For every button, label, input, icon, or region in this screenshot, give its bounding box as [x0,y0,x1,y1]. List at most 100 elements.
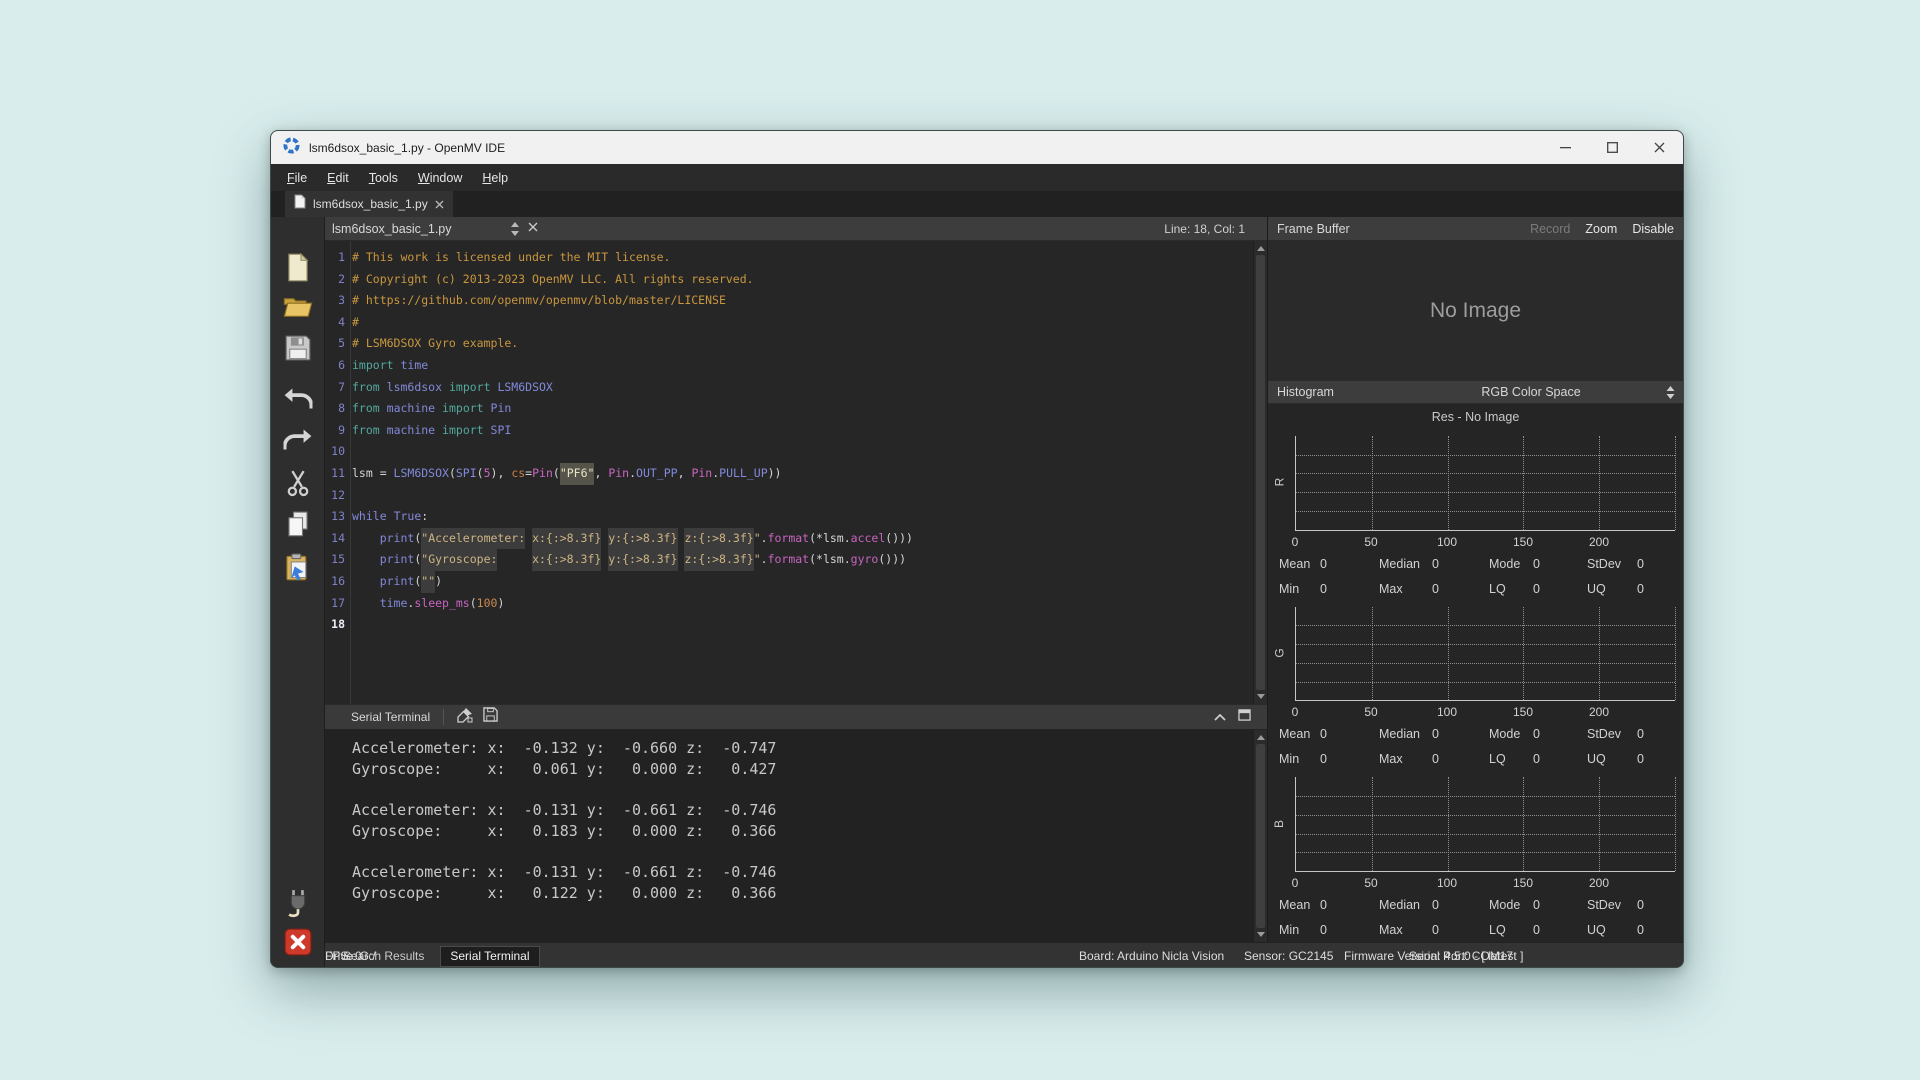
histogram-red: R 0 50 100 150 200 Mean 0 Median 0 Mode 0 StDev 0 Mi… [1268,430,1683,601]
content: lsm6dsox_basic_1.py Line: 18, Col: 1 1 # … [271,217,1683,967]
menu-help[interactable]: Help [472,171,518,185]
terminal-line: Accelerometer: x: -0.132 y: -0.660 z: -0… [352,739,777,757]
axis-tick-label: 150 [1512,705,1534,720]
line-number: 13 [331,509,345,524]
editor-scrollbar[interactable] [1253,241,1267,704]
stat-median: Median 0 [1379,727,1439,742]
code-line: 11 lsm = LSM6DSOX(SPI(5), cs = Pin("PF6", P… [325,462,1253,485]
line-number: 10 [331,444,345,459]
disable-button[interactable]: Disable [1632,222,1674,236]
stat-stdev: StDev 0 [1587,556,1644,571]
stat-max: Max 0 [1379,581,1439,596]
code-line: 12 [325,485,1253,507]
axis-tick-label: 150 [1512,876,1534,891]
cut-button[interactable] [285,470,310,497]
window-title: lsm6dsox_basic_1.py - OpenMV IDE [309,140,506,155]
stat-min: Min 0 [1279,581,1327,596]
scroll-up-icon[interactable] [1256,246,1265,251]
histogram-area: R 0 50 100 150 200 Mean 0 Median 0 Mode 0 StDev 0 Mi… [1268,430,1683,942]
code-line: 8 from machine import Pin [325,398,1253,420]
sensor-status: Sensor: GC2145 [1244,949,1334,963]
frame-buffer-header: Frame Buffer Record Zoom Disable [1268,217,1683,241]
code-line: 3 # https://github.com/openmv/openmv/blob… [325,290,1253,312]
maximize-button[interactable] [1589,131,1636,164]
line-number: 2 [338,271,345,286]
code-line: 10 [325,441,1253,463]
popout-terminal-icon[interactable] [1238,708,1251,726]
copy-icon [287,511,308,537]
line-number: 7 [338,379,345,394]
code-lines: 1 # This work is licensed under the MIT l… [325,241,1253,704]
stat-uq: UQ 0 [1587,752,1644,767]
plug-icon [287,890,305,918]
serial-terminal-tab[interactable]: Serial Terminal [440,945,540,967]
tab-label: lsm6dsox_basic_1.py [313,197,428,211]
x-axis-ticks: 0 50 100 150 200 [1292,531,1675,553]
cut-icon [287,470,308,497]
stat-stdev: StDev 0 [1587,727,1644,742]
scroll-down-icon[interactable] [1256,932,1265,937]
paste-button[interactable] [284,553,311,582]
scroll-up-icon[interactable] [1256,735,1265,740]
stop-icon [284,928,311,956]
resolution-text: Res - No Image [1268,404,1683,430]
menu-tools[interactable]: Tools [359,171,408,185]
menu-edit[interactable]: Edit [317,171,359,185]
editor-column: lsm6dsox_basic_1.py Line: 18, Col: 1 1 # … [325,217,1268,942]
redo-button[interactable] [283,428,312,451]
scroll-down-icon[interactable] [1256,694,1265,699]
stat-min: Min 0 [1279,923,1327,938]
serial-terminal-panel[interactable]: Accelerometer: x: -0.132 y: -0.660 z: -0… [325,730,1267,942]
close-document-icon[interactable] [528,222,538,232]
collapse-terminal-icon[interactable] [1214,708,1226,726]
file-tab[interactable]: lsm6dsox_basic_1.py [285,191,453,217]
terminal-line: Gyroscope: x: 0.183 y: 0.000 z: 0.366 [352,821,777,840]
code-line: 1 # This work is licensed under the MIT l… [325,247,1253,269]
terminal-output: Accelerometer: x: -0.132 y: -0.660 z: -0… [325,730,1253,942]
minimize-button[interactable] [1542,131,1589,164]
menu-file[interactable]: File [277,171,317,185]
scrollbar-thumb[interactable] [1256,255,1265,690]
open-folder-icon [283,298,312,317]
no-image-text: No Image [1429,299,1522,322]
undo-button[interactable] [283,387,312,410]
tab-close-icon[interactable] [435,200,444,209]
code-line: 14 print("Accelerometer: x:{:>8.3f} y:{:… [325,527,1253,550]
close-button[interactable] [1636,131,1683,164]
code-editor[interactable]: 1 # This work is licensed under the MIT l… [325,241,1267,704]
terminal-line: Gyroscope: x: 0.122 y: 0.000 z: 0.366 [352,883,777,902]
copy-button[interactable] [285,511,310,538]
dropdown-arrows-icon[interactable] [1666,386,1675,404]
open-file-button[interactable] [283,293,313,318]
code-line: 4 # [325,312,1253,334]
histogram-green-stats: Mean 0 Median 0 Mode 0 StDev 0 Min 0 Max 0 LQ 0 UQ 0 [1268,723,1683,771]
new-file-button[interactable] [285,253,310,282]
stop-button[interactable] [284,928,312,956]
terminal-scrollbar[interactable] [1253,730,1267,942]
split-editor-icon[interactable] [510,222,520,241]
line-number: 4 [338,314,345,329]
record-button: Record [1530,221,1571,236]
line-number: 15 [331,552,345,567]
openmv-logo-icon [283,136,300,159]
code-line: 16 print("") [325,570,1253,593]
code-line: 7 from lsm6dsox import LSM6DSOX [325,377,1253,399]
histogram-green-chart: G [1273,605,1676,702]
save-terminal-icon[interactable] [483,707,498,727]
stat-median: Median 0 [1379,898,1439,913]
clear-terminal-icon[interactable] [457,707,473,728]
menu-window[interactable]: Window [408,171,472,185]
stat-min: Min 0 [1279,752,1327,767]
stat-mean: Mean 0 [1279,556,1327,571]
code-line: 18 [325,614,1253,636]
zoom-button[interactable]: Zoom [1585,222,1617,236]
connect-button[interactable] [285,889,310,918]
window-controls [1542,131,1683,164]
save-file-button[interactable] [285,335,311,361]
color-space-dropdown[interactable]: RGB Color Space [1383,381,1679,403]
code-line: 5 # LSM6DSOX Gyro example. [325,333,1253,355]
scrollbar-thumb[interactable] [1256,744,1265,928]
histogram-red-stats: Mean 0 Median 0 Mode 0 StDev 0 Min 0 Max 0 LQ 0 UQ 0 [1268,553,1683,601]
document-title: lsm6dsox_basic_1.py [332,221,452,236]
tabbar: lsm6dsox_basic_1.py [271,191,1683,217]
